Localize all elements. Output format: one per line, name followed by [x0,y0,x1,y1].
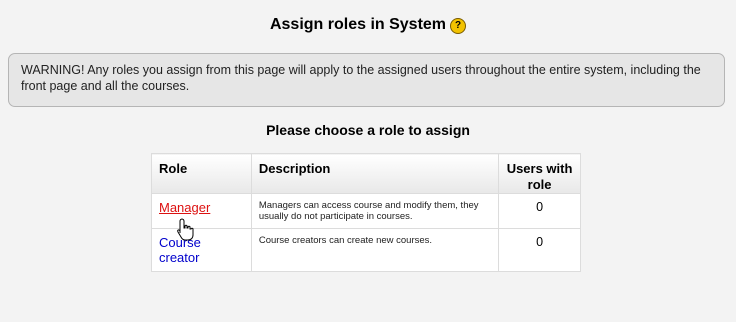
role-link-manager[interactable]: Manager [159,200,210,215]
users-count-cell: 0 [498,193,581,229]
role-cell: Course creator [151,228,252,272]
warning-text: WARNING! Any roles you assign from this … [21,63,701,93]
page-title-text: Assign roles in System [269,16,447,33]
table-row: Course creator Course creators can creat… [151,228,581,272]
role-column-header: Role [151,153,252,194]
role-description: Course creators can create new courses. [258,235,433,246]
description-cell: Managers can access course and modify th… [250,193,500,229]
users-column-header: Users with role [498,153,581,194]
roles-table: Role Description Users with role Manager… [151,153,581,272]
hand-pointer-icon [177,218,194,241]
help-icon[interactable]: ? [450,18,467,34]
choose-role-heading: Please choose a role to assign [266,122,470,138]
table-row: Manager Managers can access course and m… [151,193,581,229]
description-cell: Course creators can create new courses. [250,228,500,272]
role-description: Managers can access course and modify th… [258,200,479,222]
description-column-header: Description [250,153,500,194]
users-count-cell: 0 [498,228,581,272]
role-cell: Manager [151,193,252,229]
table-header-row: Role Description Users with role [151,153,581,194]
warning-box: WARNING! Any roles you assign from this … [8,53,725,107]
page-title: Assign roles in System? [0,16,736,34]
